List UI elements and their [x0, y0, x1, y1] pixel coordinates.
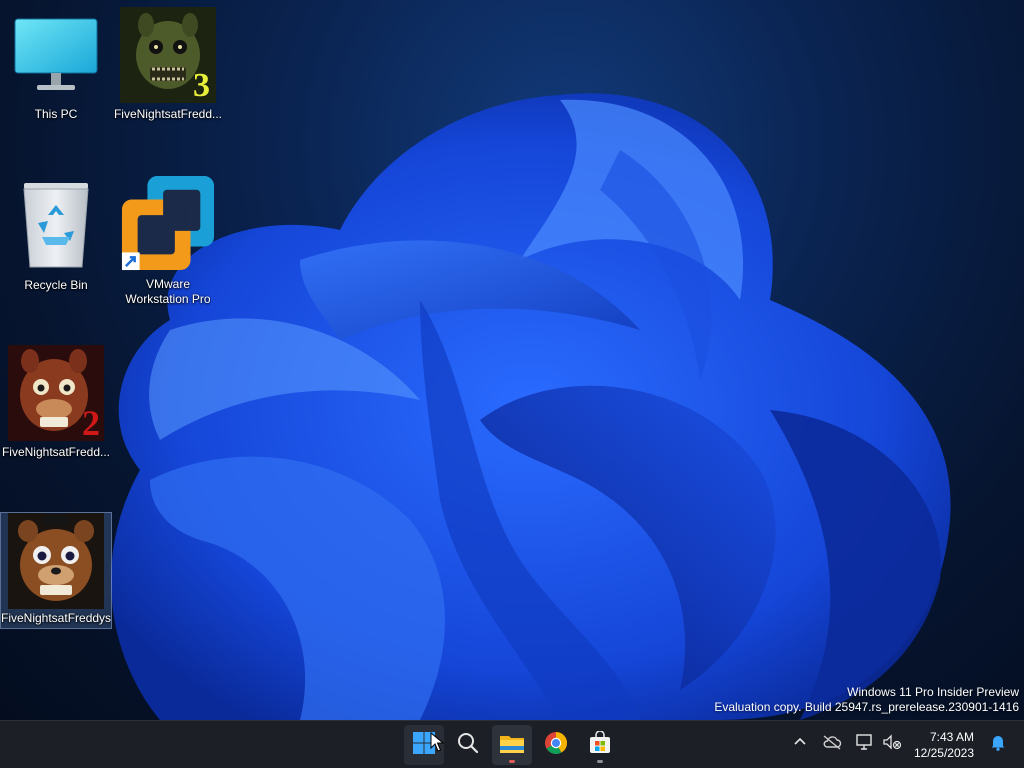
windows-watermark: Windows 11 Pro Insider Preview Evaluatio… — [714, 685, 1019, 715]
vmware-icon — [120, 175, 216, 273]
desktop-icon-label: FiveNightsatFreddys — [1, 611, 111, 625]
file-explorer-button[interactable] — [492, 725, 532, 765]
microsoft-store-icon — [588, 729, 612, 760]
desktop-icon-label: FiveNightsatFredd... — [1, 445, 111, 459]
desktop-icon-this-pc[interactable]: This PC — [1, 7, 111, 122]
fnaf3-badge: 3 — [193, 67, 210, 104]
watermark-line2: Evaluation copy. Build 25947.rs_prerelea… — [714, 700, 1019, 714]
desktop-icon-fnaf3[interactable]: 3 FiveNightsatFredd... — [113, 7, 223, 122]
notification-bell-icon — [990, 733, 1006, 756]
notifications-button[interactable] — [984, 731, 1012, 759]
this-pc-icon — [8, 7, 104, 103]
chrome-icon — [544, 731, 568, 760]
fnaf2-icon: 2 — [8, 345, 104, 441]
taskbar: 7:43 AM 12/25/2023 — [0, 720, 1024, 768]
clock[interactable]: 7:43 AM 12/25/2023 — [906, 729, 984, 761]
running-indicator — [509, 760, 515, 763]
microsoft-store-button[interactable] — [580, 725, 620, 765]
cloud-offline-icon — [822, 734, 842, 755]
watermark-line1: Windows 11 Pro Insider Preview — [847, 685, 1019, 699]
desktop-icon-recycle-bin[interactable]: Recycle Bin — [1, 180, 111, 293]
desktop-icon-label: FiveNightsatFredd... — [113, 107, 223, 121]
chevron-up-icon — [793, 735, 807, 754]
clock-time: 7:43 AM — [929, 729, 974, 744]
clock-date: 12/25/2023 — [913, 745, 974, 760]
running-indicator — [597, 760, 603, 763]
network-button[interactable] — [850, 731, 878, 759]
mouse-cursor-icon — [430, 732, 444, 752]
desktop-icon-label: Recycle Bin — [24, 278, 88, 292]
fnaf1-icon — [8, 513, 104, 609]
fnaf3-icon: 3 — [120, 7, 216, 103]
volume-button[interactable] — [878, 731, 906, 759]
desktop-icon-fnaf1[interactable]: FiveNightsatFreddys — [0, 512, 112, 629]
chrome-button[interactable] — [536, 725, 576, 765]
file-explorer-icon — [499, 731, 525, 760]
search-button[interactable] — [448, 725, 488, 765]
desktop-icon-label: VMware Workstation Pro — [125, 277, 211, 306]
onedrive-button[interactable] — [818, 731, 846, 759]
volume-muted-icon — [882, 733, 902, 756]
desktop-icon-fnaf2[interactable]: 2 FiveNightsatFredd... — [1, 345, 111, 460]
system-tray: 7:43 AM 12/25/2023 — [786, 721, 1024, 768]
desktop-icon-label: This PC — [34, 107, 78, 121]
recycle-bin-icon — [8, 180, 104, 270]
show-hidden-icons-button[interactable] — [786, 731, 814, 759]
search-icon — [456, 731, 480, 760]
desktop: This PC 3 FiveNightsatFredd... Recycle B… — [0, 0, 1024, 720]
network-icon — [854, 733, 874, 756]
desktop-icon-vmware[interactable]: VMware Workstation Pro — [113, 175, 223, 307]
fnaf2-badge: 2 — [82, 403, 100, 443]
